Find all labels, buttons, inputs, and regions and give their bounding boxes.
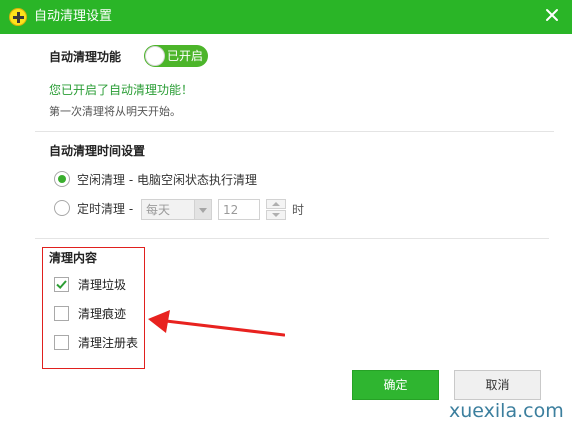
ok-button[interactable]: 确定 — [352, 370, 439, 400]
frequency-value: 每天 — [146, 203, 171, 217]
status-message: 您已开启了自动清理功能！ — [49, 83, 194, 97]
window-title: 自动清理设置 — [34, 9, 113, 24]
hour-input[interactable]: 12 — [218, 199, 260, 220]
checkbox-clean-junk-label: 清理垃圾 — [78, 278, 127, 292]
title-bar: 自动清理设置 — [0, 0, 572, 34]
radio-timed-clean-label: 定时清理 - — [77, 202, 134, 216]
auto-clean-label: 自动清理功能 — [49, 50, 122, 64]
auto-clean-toggle[interactable]: 已开启 — [144, 45, 208, 67]
hour-increment-button[interactable] — [266, 199, 286, 209]
toggle-state-label: 已开启 — [167, 49, 204, 63]
contents-title: 清理内容 — [49, 251, 98, 265]
watermark: xuexila.com — [449, 400, 564, 422]
divider — [35, 238, 549, 239]
chevron-down-icon[interactable] — [194, 200, 211, 219]
radio-idle-clean[interactable] — [54, 171, 70, 187]
checkbox-clean-traces-label: 清理痕迹 — [78, 307, 127, 321]
toggle-knob — [145, 46, 165, 66]
checkbox-clean-registry-label: 清理注册表 — [78, 336, 139, 350]
annotation-arrow-icon — [148, 310, 285, 337]
radio-timed-clean[interactable] — [54, 200, 70, 216]
start-note: 第一次清理将从明天开始。 — [49, 105, 181, 118]
close-icon[interactable] — [541, 4, 563, 26]
plus-logo-icon — [9, 8, 27, 26]
checkmark-icon — [56, 280, 67, 290]
checkbox-clean-junk[interactable] — [54, 277, 69, 292]
radio-selected-dot — [58, 175, 66, 183]
hour-value: 12 — [223, 203, 239, 217]
checkbox-clean-registry[interactable] — [54, 335, 69, 350]
checkbox-clean-traces[interactable] — [54, 306, 69, 321]
hour-unit-label: 时 — [292, 203, 305, 217]
radio-idle-clean-label: 空闲清理 - 电脑空闲状态执行清理 — [77, 173, 257, 187]
divider — [35, 131, 554, 132]
cancel-button[interactable]: 取消 — [454, 370, 541, 400]
hour-decrement-button[interactable] — [266, 210, 286, 220]
schedule-title: 自动清理时间设置 — [49, 144, 146, 158]
